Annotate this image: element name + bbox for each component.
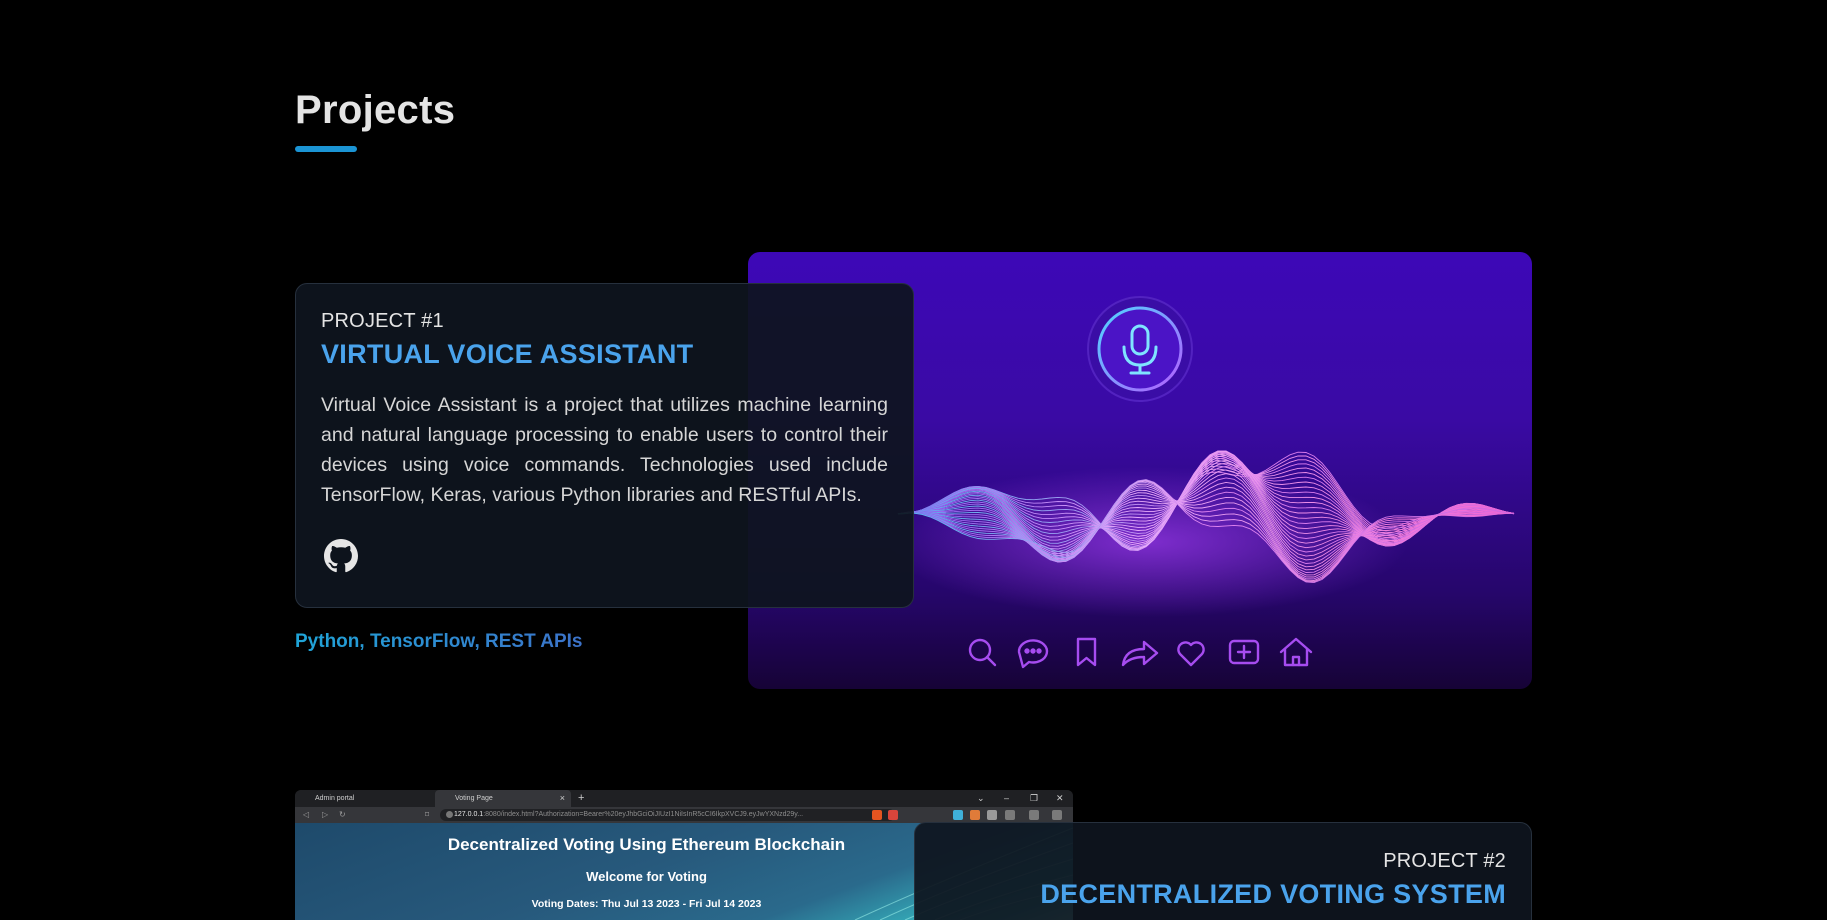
address-bar: 127.0.0.1:8080/index.html?Authorization=… [440, 809, 895, 821]
tab-voting-page: Voting Page × [435, 790, 571, 807]
voting-page-heading: Decentralized Voting Using Ethereum Bloc… [447, 835, 846, 854]
project-number: PROJECT #2 [1383, 850, 1506, 872]
browser-toolbar: ◁ ▷ ↻ ⌑ 127.0.0.1:8080/index.html?Author… [295, 807, 1073, 823]
page: Projects PROJECT #1 VIRTUAL VOICE ASSIST… [0, 0, 1827, 920]
brave-shield-icon [872, 810, 882, 820]
metamask-icon [970, 810, 980, 820]
project-description: Virtual Voice Assistant is a project tha… [321, 394, 888, 506]
add-square-icon [1228, 639, 1260, 665]
extension-icon [953, 810, 963, 820]
bookmark-icon [1076, 637, 1097, 667]
reload-icon: ↻ [339, 810, 346, 819]
sidebar-icon [1005, 810, 1015, 820]
forward-icon: ▷ [322, 810, 329, 819]
project-1-card: PROJECT #1 VIRTUAL VOICE ASSISTANT Virtu… [295, 283, 914, 608]
browser-tab-bar: Admin portal Voting Page × + ⌄ – ❐ ✕ [295, 790, 1073, 807]
tab-label: Voting Page [455, 795, 493, 802]
github-icon [324, 539, 358, 573]
tab-label: Admin portal [315, 795, 355, 802]
back-icon: ◁ [303, 810, 310, 819]
close-icon: × [559, 793, 565, 803]
github-link[interactable] [324, 539, 358, 573]
chevron-down-icon: ⌄ [977, 793, 985, 803]
project-title: VIRTUAL VOICE ASSISTANT [321, 339, 694, 369]
title-underline [295, 146, 357, 152]
menu-icon [1052, 810, 1062, 820]
share-icon [1121, 640, 1159, 667]
home-icon [1279, 637, 1313, 667]
heart-icon [1177, 641, 1205, 667]
new-tab-icon: + [578, 792, 585, 804]
project-number: PROJECT #1 [321, 310, 444, 332]
search-icon [968, 638, 997, 667]
project-tags: Python, TensorFlow, REST APIs [295, 631, 583, 652]
tab-admin-portal: Admin portal [295, 790, 435, 807]
chat-bubble-icon [1017, 639, 1049, 669]
bookmark-icon: ⌑ [425, 810, 430, 819]
puzzle-icon [987, 810, 997, 820]
site-info-icon [446, 811, 453, 818]
maximize-icon: ❐ [1030, 793, 1039, 803]
project-title: DECENTRALIZED VOTING SYSTEM [1040, 879, 1506, 909]
section-title: Projects [295, 88, 456, 132]
brave-rewards-icon [888, 810, 898, 820]
url-path: :8080/index.html?Authorization=Bearer%20… [483, 811, 804, 818]
wallet-icon [1029, 810, 1039, 820]
minimize-icon: – [1004, 793, 1010, 803]
url-host: 127.0.0.1 [454, 811, 484, 818]
voting-dates: Voting Dates: Thu Jul 13 2023 - Fri Jul … [531, 898, 762, 910]
voting-page-subheading: Welcome for Voting [586, 869, 707, 884]
project-2-card: PROJECT #2 DECENTRALIZED VOTING SYSTEM [914, 822, 1532, 920]
close-window-icon: ✕ [1056, 793, 1064, 803]
